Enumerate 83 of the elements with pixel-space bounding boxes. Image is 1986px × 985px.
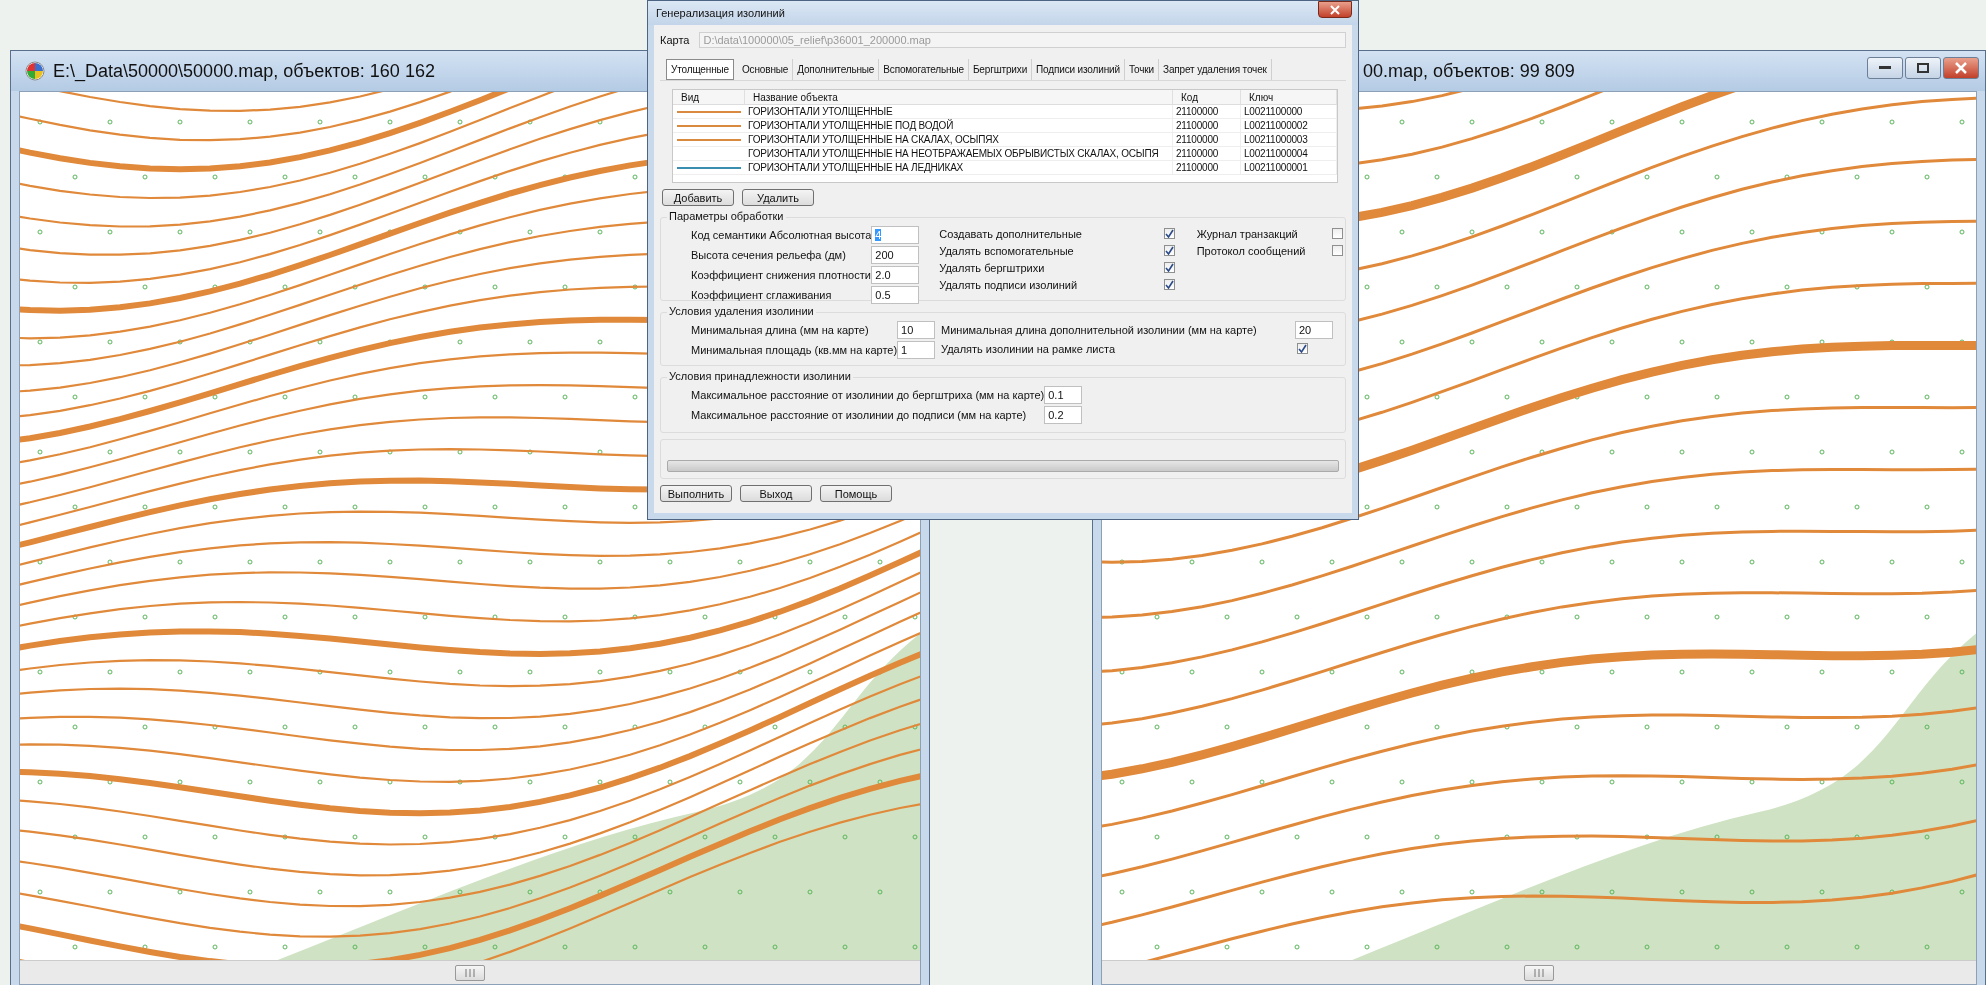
minimize-button[interactable] <box>1867 57 1903 79</box>
column-header[interactable]: Ключ <box>1241 90 1337 105</box>
field-label: Коэффициент снижения плотности <box>691 269 872 281</box>
checkbox-label: Создавать дополнительные <box>939 227 1083 240</box>
input-field[interactable]: 200 <box>871 246 920 264</box>
table-cell: 21100000 <box>1173 147 1241 161</box>
checkbox[interactable] <box>1297 343 1308 354</box>
checkbox-label: Удалять подписи изолиний <box>939 278 1079 291</box>
table-cell: L00211000001 <box>1241 161 1337 175</box>
table-cell: 21100000 <box>1173 133 1241 147</box>
table-cell: L00211000004 <box>1241 147 1337 161</box>
checkbox-label: Удалять изолинии на рамке листа <box>941 342 1117 355</box>
input-field[interactable]: 2.0 <box>871 266 920 284</box>
tab[interactable]: Бергштрихи <box>968 59 1033 80</box>
group-title: Условия принадлежности изолинии <box>667 370 853 382</box>
table-cell: ГОРИЗОНТАЛИ УТОЛЩЕННЫЕ ПОД ВОДОЙ <box>745 119 1173 133</box>
dialog-button[interactable]: Выход <box>740 485 812 502</box>
checkbox-label: Удалять вспомогательные <box>939 244 1075 257</box>
minimize-icon <box>1879 66 1891 70</box>
input-field[interactable]: 0.5 <box>871 286 920 304</box>
grip-icon <box>1534 968 1544 977</box>
table-cell: L0021100000 <box>1241 105 1337 119</box>
table-cell: ГОРИЗОНТАЛИ УТОЛЩЕННЫЕ НА СКАЛАХ, ОСЫПЯХ <box>745 133 1173 147</box>
group-title: Условия удаления изолинии <box>667 305 816 317</box>
tab[interactable]: Точки <box>1124 59 1160 80</box>
checkbox-label: Протокол сообщений <box>1196 244 1307 257</box>
checkbox[interactable] <box>1332 228 1343 239</box>
field-label: Код семантики Абсолютная высота <box>691 229 872 241</box>
tab[interactable]: Вспомогательные <box>879 59 969 80</box>
field-label: Максимальное расстояние от изолинии до бергштриха (мм на карте) <box>691 389 1045 401</box>
close-button[interactable] <box>1943 57 1979 79</box>
table-cell: 21100000 <box>1173 105 1241 119</box>
maximize-button[interactable] <box>1905 57 1941 79</box>
input-field[interactable]: 20 <box>1295 321 1333 339</box>
checkbox[interactable] <box>1163 262 1175 273</box>
tab[interactable]: Запрет удаления точек <box>1159 59 1272 80</box>
dialog-button[interactable]: Помощь <box>820 485 892 502</box>
input-field[interactable]: 0.2 <box>1044 406 1083 424</box>
window-title: 00.map, объектов: 99 809 <box>1363 60 1575 82</box>
horizontal-scrollbar[interactable] <box>1102 960 1976 984</box>
checkbox[interactable] <box>1163 279 1175 290</box>
input-field[interactable]: 0.1 <box>1044 386 1083 404</box>
checkbox[interactable] <box>1332 245 1343 256</box>
table-cell: 21100000 <box>1173 161 1241 175</box>
tab[interactable]: Основные <box>737 59 794 80</box>
table-cell: ГОРИЗОНТАЛИ УТОЛЩЕННЫЕ НА ЛЕДНИКАХ <box>745 161 1173 175</box>
table-cell: L00211000003 <box>1241 133 1337 147</box>
field-label: Высота сечения рельефа (дм) <box>691 249 847 261</box>
checkbox-label: Удалять бергштрихи <box>939 261 1046 274</box>
column-header[interactable]: Вид <box>673 90 745 105</box>
field-label: Минимальная длина (мм на карте) <box>691 324 870 336</box>
column-header[interactable]: Код <box>1173 90 1241 105</box>
grip-icon <box>465 968 475 977</box>
tab[interactable]: Утолщенные <box>666 59 734 80</box>
close-icon <box>1955 62 1967 74</box>
column-header[interactable]: Название объекта <box>745 90 1173 105</box>
horizontal-scrollbar[interactable] <box>20 960 920 984</box>
checkbox-label: Журнал транзакций <box>1196 227 1299 240</box>
window-title: E:\_Data\50000\50000.map, объектов: 160 162 <box>53 60 435 82</box>
input-field[interactable]: 1 <box>897 341 936 359</box>
close-icon <box>1330 4 1340 15</box>
table-cell: L00211000002 <box>1241 119 1337 133</box>
tab[interactable]: Дополнительные <box>793 59 880 80</box>
field-label: Коэффициент сглаживания <box>691 289 833 301</box>
field-label: Минимальная площадь (кв.мм на карте) <box>691 344 898 356</box>
app-icon <box>25 61 45 81</box>
table-cell: ГОРИЗОНТАЛИ УТОЛЩЕННЫЕ <box>745 105 1173 119</box>
input-field[interactable]: 10 <box>897 321 936 339</box>
table-button[interactable]: Удалить <box>742 189 814 206</box>
maximize-icon <box>1917 63 1929 73</box>
checkbox[interactable] <box>1163 228 1175 239</box>
field-label: Минимальная длина дополнительной изолинии (мм на карте) <box>941 324 1258 336</box>
table-button[interactable]: Добавить <box>662 189 734 206</box>
group-title: Параметры обработки <box>667 210 786 222</box>
dialog-button[interactable]: Выполнить <box>660 485 732 502</box>
table-cell: 21100000 <box>1173 119 1241 133</box>
dialog-title: Генерализация изолиний <box>656 7 785 19</box>
tab[interactable]: Подписи изолиний <box>1032 59 1125 80</box>
checkbox[interactable] <box>1163 245 1175 256</box>
close-button[interactable] <box>1318 1 1352 18</box>
map-label: Карта <box>660 34 690 46</box>
field-label: Максимальное расстояние от изолинии до подписи (мм на карте) <box>691 409 1028 421</box>
table-cell: ГОРИЗОНТАЛИ УТОЛЩЕННЫЕ НА НЕОТБРАЖАЕМЫХ ОБРЫВИСТЫХ СКАЛАХ, ОСЫПЯ <box>745 147 1173 161</box>
